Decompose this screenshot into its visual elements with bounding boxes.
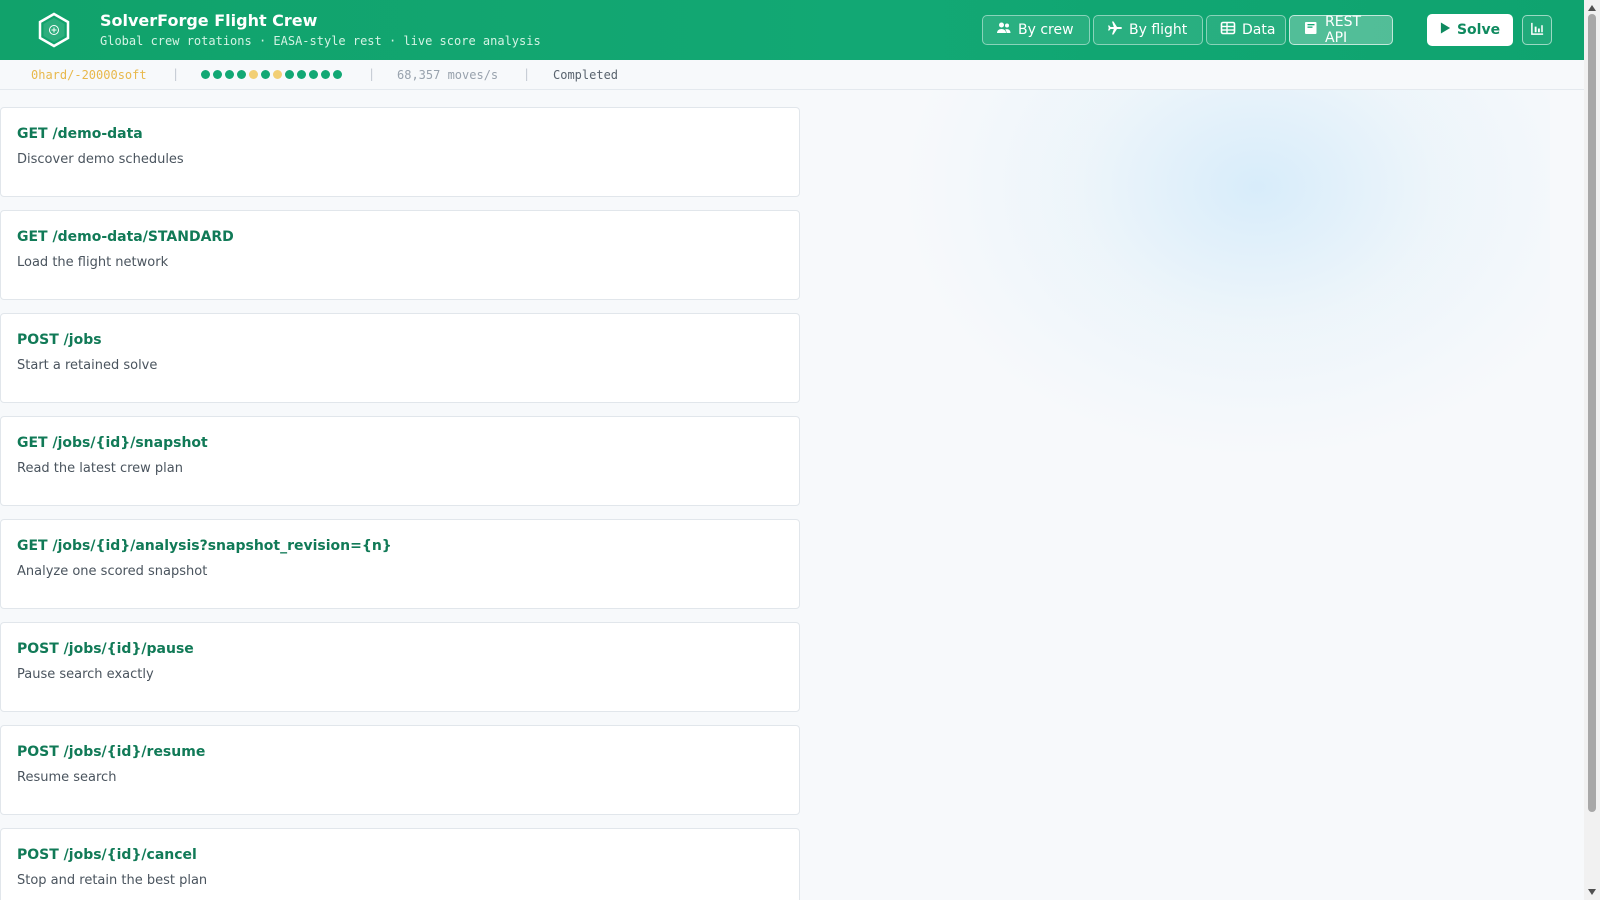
endpoint-description: Stop and retain the best plan xyxy=(17,873,208,888)
plane-icon xyxy=(1107,20,1123,40)
endpoint-path: GET /demo-data xyxy=(17,126,143,142)
moves-per-second: 68,357 moves/s xyxy=(397,68,499,82)
analysis-button[interactable] xyxy=(1522,15,1552,45)
rest-api-label: REST API xyxy=(1325,14,1362,46)
score-history-dot xyxy=(225,70,234,79)
endpoint-path: POST /jobs/{id}/pause xyxy=(17,641,194,657)
table-icon xyxy=(1220,20,1236,40)
endpoint-card[interactable]: POST /jobs/{id}/resume Resume search xyxy=(0,725,800,815)
endpoint-description: Discover demo schedules xyxy=(17,152,184,167)
score-history-dot xyxy=(285,70,294,79)
score-history-dot xyxy=(309,70,318,79)
background-glow xyxy=(900,40,1550,460)
page-scrollbar[interactable] xyxy=(1584,0,1600,900)
score-history-dot xyxy=(321,70,330,79)
separator: | xyxy=(172,67,180,81)
endpoint-path: GET /demo-data/STANDARD xyxy=(17,229,234,245)
endpoint-card[interactable]: POST /jobs Start a retained solve xyxy=(0,313,800,403)
score-history-dot xyxy=(261,70,270,79)
data-label: Data xyxy=(1242,22,1276,38)
app-header: SolverForge Flight Crew Global crew rota… xyxy=(0,0,1584,60)
score-history-dot xyxy=(213,70,222,79)
endpoint-card[interactable]: GET /jobs/{id}/snapshot Read the latest … xyxy=(0,416,800,506)
data-button[interactable]: Data xyxy=(1206,15,1286,45)
users-icon xyxy=(996,20,1012,40)
solve-label: Solve xyxy=(1456,22,1501,38)
endpoint-path: POST /jobs/{id}/cancel xyxy=(17,847,197,863)
scrollbar-thumb[interactable] xyxy=(1588,14,1596,812)
book-icon xyxy=(1303,20,1319,40)
by-flight-button[interactable]: By flight xyxy=(1093,15,1203,45)
separator: | xyxy=(368,67,376,81)
score-readout: 0hard/-20000soft xyxy=(31,68,147,82)
score-history-dot xyxy=(201,70,210,79)
by-crew-label: By crew xyxy=(1018,22,1074,38)
app-subtitle: Global crew rotations · EASA-style rest … xyxy=(100,34,541,48)
app-title: SolverForge Flight Crew xyxy=(100,11,318,30)
endpoint-card[interactable]: POST /jobs/{id}/pause Pause search exact… xyxy=(0,622,800,712)
score-history-dot xyxy=(333,70,342,79)
endpoint-card[interactable]: GET /jobs/{id}/analysis?snapshot_revisio… xyxy=(0,519,800,609)
endpoint-description: Pause search exactly xyxy=(17,667,154,682)
endpoint-description: Analyze one scored snapshot xyxy=(17,564,208,579)
separator: | xyxy=(523,67,531,81)
score-history-dots xyxy=(201,70,342,79)
endpoint-description: Load the flight network xyxy=(17,255,169,270)
score-history-dot xyxy=(297,70,306,79)
solve-button[interactable]: Solve xyxy=(1427,14,1513,46)
endpoint-card[interactable]: GET /demo-data/STANDARD Load the flight … xyxy=(0,210,800,300)
score-history-dot xyxy=(249,70,258,79)
play-icon xyxy=(1440,22,1451,38)
endpoint-card[interactable]: POST /jobs/{id}/cancel Stop and retain t… xyxy=(0,828,800,900)
endpoint-description: Start a retained solve xyxy=(17,358,158,373)
by-crew-button[interactable]: By crew xyxy=(982,15,1090,45)
score-history-dot xyxy=(273,70,282,79)
endpoint-path: GET /jobs/{id}/snapshot xyxy=(17,435,208,451)
bar-chart-icon xyxy=(1530,21,1545,40)
by-flight-label: By flight xyxy=(1129,22,1188,38)
endpoint-path: GET /jobs/{id}/analysis?snapshot_revisio… xyxy=(17,538,392,554)
endpoint-description: Resume search xyxy=(17,770,117,785)
endpoint-list: GET /demo-data Discover demo schedules G… xyxy=(0,107,800,900)
status-bar: 0hard/-20000soft | | 68,357 moves/s | Co… xyxy=(0,60,1584,90)
solver-status: Completed xyxy=(553,68,619,82)
logo-icon xyxy=(36,12,72,48)
endpoint-path: POST /jobs/{id}/resume xyxy=(17,744,206,760)
endpoint-description: Read the latest crew plan xyxy=(17,461,183,476)
endpoint-card[interactable]: GET /demo-data Discover demo schedules xyxy=(0,107,800,197)
endpoint-path: POST /jobs xyxy=(17,332,102,348)
rest-api-button[interactable]: REST API xyxy=(1289,14,1393,46)
scroll-down-arrow-icon[interactable] xyxy=(1584,884,1600,900)
score-history-dot xyxy=(237,70,246,79)
